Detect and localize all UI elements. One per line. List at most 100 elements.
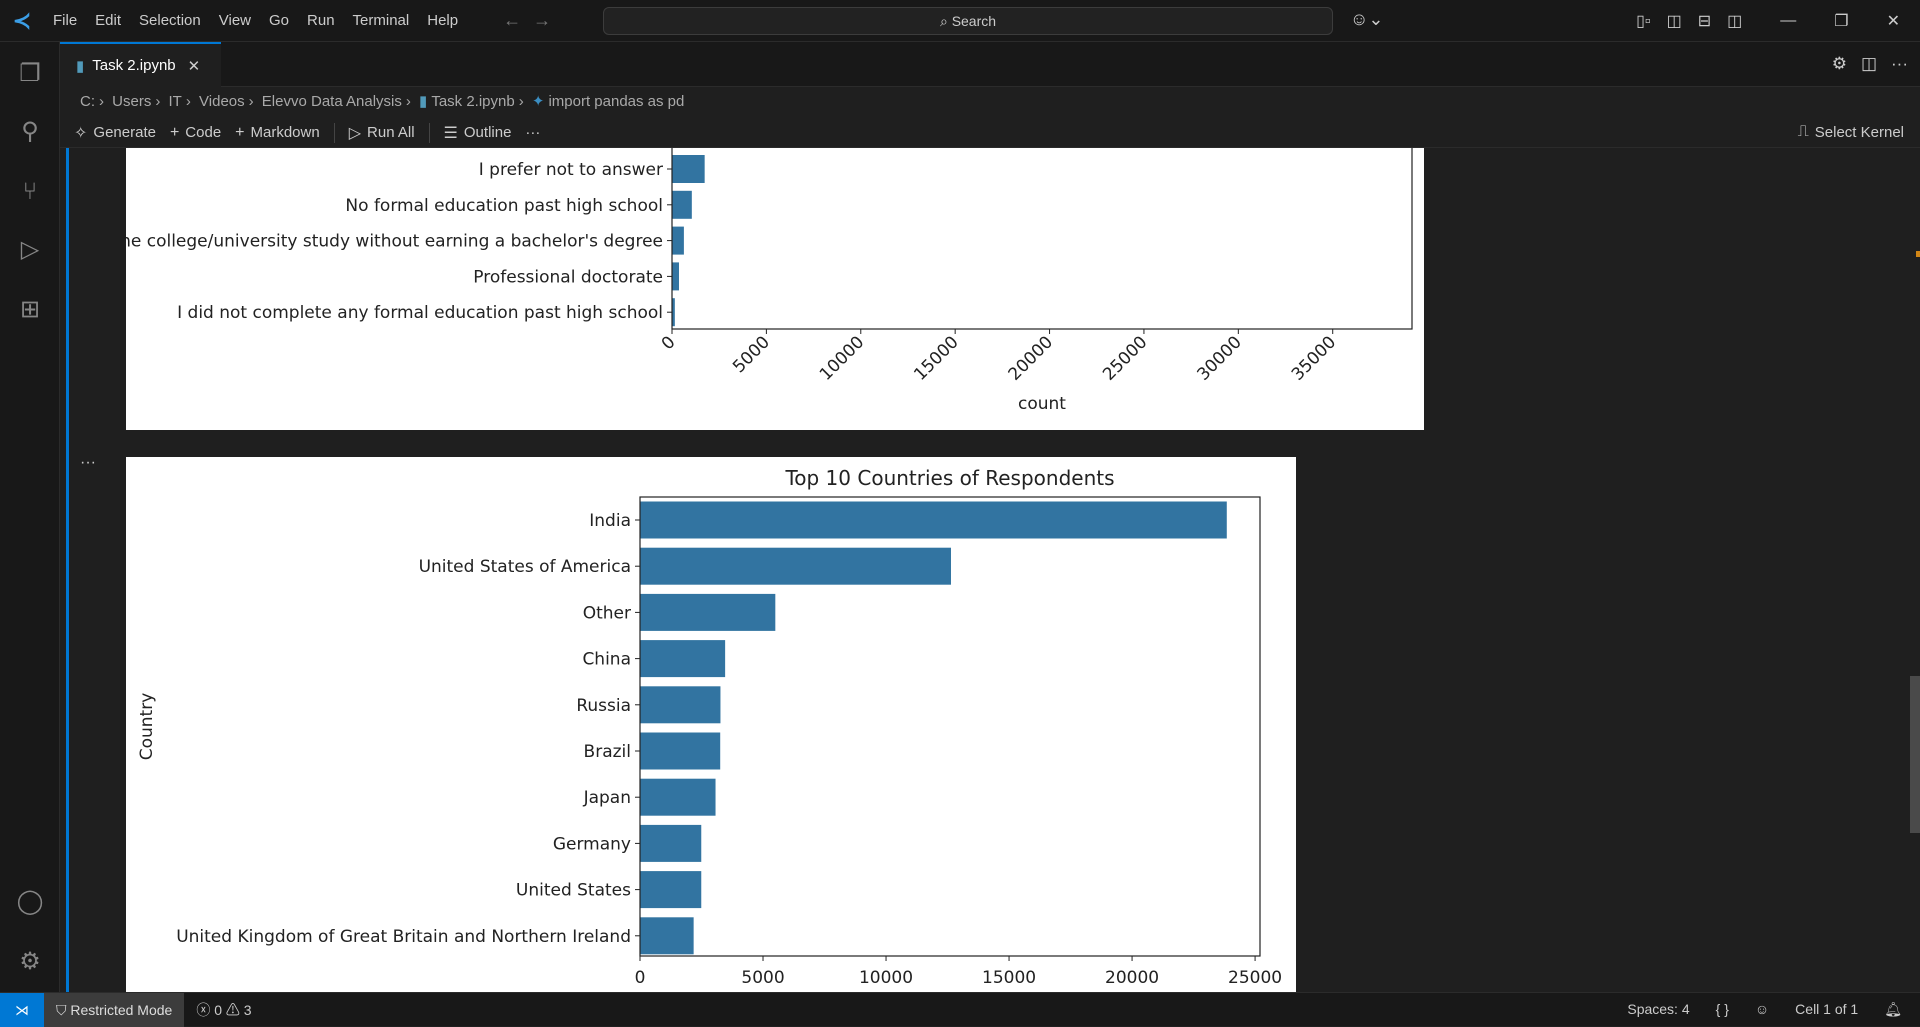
copilot-icon[interactable]: ☺⌄	[1350, 9, 1383, 30]
run-all-label: Run All	[367, 124, 415, 141]
settings-gear-icon[interactable]: ⚙	[1832, 54, 1847, 73]
menu-terminal[interactable]: Terminal	[353, 12, 410, 29]
y-tick-label: United States of America	[419, 557, 631, 577]
restricted-mode[interactable]: ⛉ Restricted Mode	[44, 992, 185, 1027]
cell-status[interactable]: Cell 1 of 1	[1795, 1001, 1858, 1018]
x-tick-label: 30000	[1193, 332, 1245, 384]
more-button[interactable]: ···	[525, 124, 540, 141]
divider	[333, 122, 335, 143]
title-bar: ≺ File Edit Selection View Go Run Terminal Help…	[0, 0, 1920, 42]
outline-button[interactable]: ☰ Outline	[444, 123, 512, 143]
search-box[interactable]: ⌕ Search	[603, 7, 1333, 35]
menu-view[interactable]: View	[219, 12, 251, 29]
toggle-sidebar-icon[interactable]: ◫	[1667, 11, 1682, 31]
vertical-scrollbar[interactable]	[1910, 676, 1920, 833]
y-tick-label: I prefer not to answer	[479, 160, 663, 180]
bar	[640, 640, 726, 678]
y-tick-label: I did not complete any formal education …	[177, 303, 663, 323]
run-debug-icon[interactable]: ▷	[14, 234, 46, 266]
remote-icon[interactable]: ⋊	[0, 992, 44, 1027]
python-icon: ✦	[531, 93, 545, 110]
manage-gear-icon[interactable]: ⚙	[14, 946, 46, 978]
menu-go[interactable]: Go	[269, 12, 289, 29]
menu-file[interactable]: File	[53, 12, 77, 29]
x-tick-label: 15000	[910, 332, 962, 384]
add-markdown-button[interactable]: + Markdown	[235, 124, 320, 142]
y-axis-label: Country	[137, 693, 157, 761]
search-icon[interactable]: ⚲	[14, 116, 46, 148]
menu-edit[interactable]: Edit	[95, 12, 121, 29]
menu-selection[interactable]: Selection	[139, 12, 201, 29]
list-icon: ☰	[443, 124, 458, 142]
split-editor-icon[interactable]: ◫	[1861, 54, 1877, 73]
tab-task2[interactable]: ▮ Task 2.ipynb ✕	[60, 42, 221, 87]
overview-ruler-marker	[1916, 251, 1920, 257]
bar	[640, 686, 721, 724]
output-more-actions[interactable]: ···	[80, 454, 96, 472]
search-placeholder: Search	[951, 13, 997, 29]
run-all-button[interactable]: ▷ Run All	[349, 123, 415, 143]
minimize-icon[interactable]: —	[1780, 12, 1796, 30]
bar	[640, 778, 716, 816]
more-actions-icon[interactable]: ···	[1891, 54, 1908, 73]
close-tab-icon[interactable]: ✕	[188, 57, 201, 75]
customize-layout-icon[interactable]: ▯▫	[1636, 11, 1650, 31]
toggle-secondary-sidebar-icon[interactable]: ◫	[1727, 11, 1742, 31]
search-icon: ⌕	[939, 12, 952, 29]
warning-count: 3	[243, 1001, 252, 1018]
plus-icon: +	[169, 123, 180, 141]
select-kernel-button[interactable]: ⎍ Select Kernel	[1798, 123, 1904, 141]
bar	[672, 155, 705, 183]
forward-arrow-icon[interactable]: →	[533, 10, 563, 30]
restore-icon[interactable]: ❐	[1834, 11, 1848, 31]
x-tick-label: 0	[658, 332, 680, 354]
shield-icon: ⛉	[56, 1001, 71, 1018]
generate-label: Generate	[93, 124, 156, 141]
crumb-drive[interactable]: C:	[80, 93, 95, 110]
x-tick-label: 25000	[1228, 968, 1282, 988]
problems-indicator[interactable]: ⓧ 0 ⚠ 3	[196, 1000, 251, 1020]
crumb-it[interactable]: IT	[169, 93, 182, 110]
indentation-status[interactable]: Spaces: 4	[1627, 1001, 1689, 1018]
notebook-icon: ▮	[76, 57, 85, 75]
select-kernel-label: Select Kernel	[1814, 123, 1904, 141]
run-all-icon: ▷	[348, 124, 362, 142]
bar	[640, 593, 776, 631]
crumb-file[interactable]: Task 2.ipynb	[431, 93, 514, 110]
source-control-icon[interactable]: ⑂	[14, 176, 46, 208]
y-tick-label: Japan	[583, 788, 631, 808]
bar	[640, 871, 702, 909]
menu-bar: File Edit Selection View Go Run Terminal Help	[44, 12, 467, 29]
extensions-icon[interactable]: ⊞	[14, 294, 46, 326]
language-status[interactable]: { }	[1716, 1001, 1729, 1018]
restricted-label: Restricted Mode	[70, 1001, 173, 1018]
back-arrow-icon[interactable]: ←	[503, 10, 533, 30]
markdown-label: Markdown	[250, 124, 320, 141]
x-tick-label: 0	[635, 968, 646, 988]
bar	[640, 501, 1227, 539]
y-tick-label: Germany	[553, 834, 631, 854]
y-tick-label: United Kingdom of Great Britain and Nort…	[176, 927, 631, 947]
x-tick-label: 5000	[729, 332, 774, 377]
add-code-button[interactable]: + Code	[170, 124, 221, 142]
generate-button[interactable]: ✧ Generate	[74, 123, 156, 143]
menu-run[interactable]: Run	[307, 12, 335, 29]
status-bar: ⋊ ⛉ Restricted Mode ⓧ 0 ⚠ 3 Spaces: 4 { …	[0, 992, 1920, 1027]
crumb-cell[interactable]: import pandas as pd	[548, 93, 684, 110]
notifications-bell-icon[interactable]: 🔔︎	[1884, 1001, 1902, 1018]
copilot-status-icon[interactable]: ☺	[1755, 1001, 1769, 1018]
accounts-icon[interactable]: ◯	[14, 886, 46, 918]
crumb-users[interactable]: Users	[112, 93, 151, 110]
crumb-videos[interactable]: Videos	[199, 93, 245, 110]
close-window-icon[interactable]: ✕	[1887, 11, 1900, 31]
notebook-icon: ▮	[419, 93, 428, 110]
code-label: Code	[185, 124, 222, 141]
chart-title: Top 10 Countries of Respondents	[784, 466, 1114, 490]
x-tick-label: 20000	[1005, 332, 1057, 384]
x-tick-label: 25000	[1099, 332, 1151, 384]
crumb-folder[interactable]: Elevvo Data Analysis	[262, 93, 402, 110]
menu-help[interactable]: Help	[427, 12, 458, 29]
explorer-icon[interactable]: ❐	[14, 58, 46, 90]
x-tick-label: 5000	[741, 968, 784, 988]
toggle-panel-icon[interactable]: ⊟	[1698, 11, 1711, 31]
